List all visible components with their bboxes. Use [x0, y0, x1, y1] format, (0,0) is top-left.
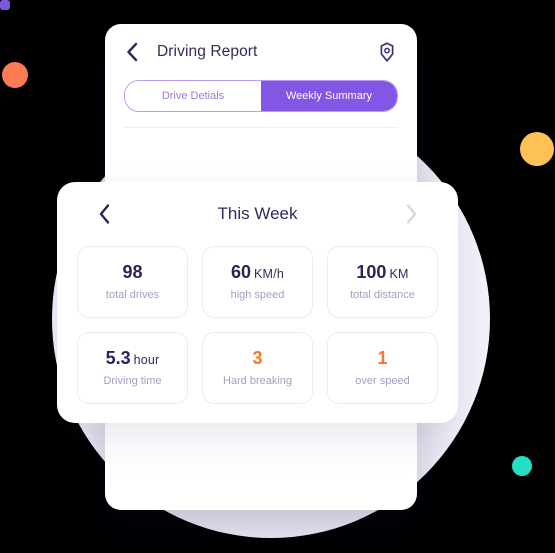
- stat-label: Driving time: [103, 374, 162, 387]
- stat-card-high-speed[interactable]: 60 KM/h high speed: [202, 246, 313, 318]
- app-header: Driving Report: [105, 24, 417, 80]
- decorative-circle-teal: [512, 456, 532, 476]
- stat-value: 5.3 hour: [105, 348, 160, 369]
- week-label: This Week: [217, 204, 298, 223]
- stats-grid: 98 total drives 60 KM/h high speed 100 KM …: [57, 246, 458, 422]
- stat-value: 60 KM/h: [230, 262, 284, 283]
- tab-bar-container: Drive Detials Weekly Summary: [105, 80, 417, 128]
- stat-number: 3: [252, 348, 263, 369]
- tab-drive-details[interactable]: Drive Detials: [125, 81, 261, 111]
- stat-value: 3: [252, 348, 263, 369]
- decorative-circle-amber: [520, 132, 554, 166]
- stat-number: 98: [122, 262, 143, 283]
- stat-label: total drives: [105, 288, 160, 301]
- stat-value: 100 KM: [356, 262, 409, 283]
- stat-unit: KM/h: [254, 267, 284, 282]
- stat-card-driving-time[interactable]: 5.3 hour Driving time: [77, 332, 188, 404]
- stat-card-hard-breaking[interactable]: 3 Hard breaking: [202, 332, 313, 404]
- tab-weekly-summary[interactable]: Weekly Summary: [261, 81, 397, 111]
- stat-number: 1: [377, 348, 388, 369]
- stat-unit: KM: [389, 267, 409, 282]
- stat-card-over-speed[interactable]: 1 over speed: [327, 332, 438, 404]
- chevron-right-icon[interactable]: [398, 201, 424, 227]
- stat-card-total-drives[interactable]: 98 total drives: [77, 246, 188, 318]
- stat-number: 5.3: [105, 348, 131, 369]
- stat-number: 100: [356, 262, 387, 283]
- segmented-tab-bar: Drive Detials Weekly Summary: [124, 80, 398, 112]
- stat-label: Hard breaking: [222, 374, 293, 387]
- stat-label: high speed: [230, 288, 285, 301]
- chevron-left-icon[interactable]: [121, 41, 143, 63]
- screenshot-stage: Driving Report Drive Detials Weekly Summ…: [0, 0, 555, 553]
- stat-label: total distance: [350, 288, 415, 301]
- chevron-left-icon[interactable]: [91, 201, 117, 227]
- stat-value: 1: [377, 348, 388, 369]
- weekly-summary-panel: This Week 98 total drives 60 KM/h high sp…: [57, 182, 458, 423]
- stat-value: 98: [122, 262, 143, 283]
- header-divider: [124, 127, 398, 128]
- stat-unit: hour: [133, 353, 160, 368]
- gear-icon[interactable]: [375, 40, 399, 64]
- page-title: Driving Report: [157, 43, 258, 60]
- decorative-square-purple: [0, 0, 10, 10]
- stat-label: over speed: [355, 374, 410, 387]
- decorative-circle-orange: [2, 62, 28, 88]
- week-navigator: This Week: [57, 182, 458, 246]
- stat-number: 60: [230, 262, 252, 283]
- stat-card-total-distance[interactable]: 100 KM total distance: [327, 246, 438, 318]
